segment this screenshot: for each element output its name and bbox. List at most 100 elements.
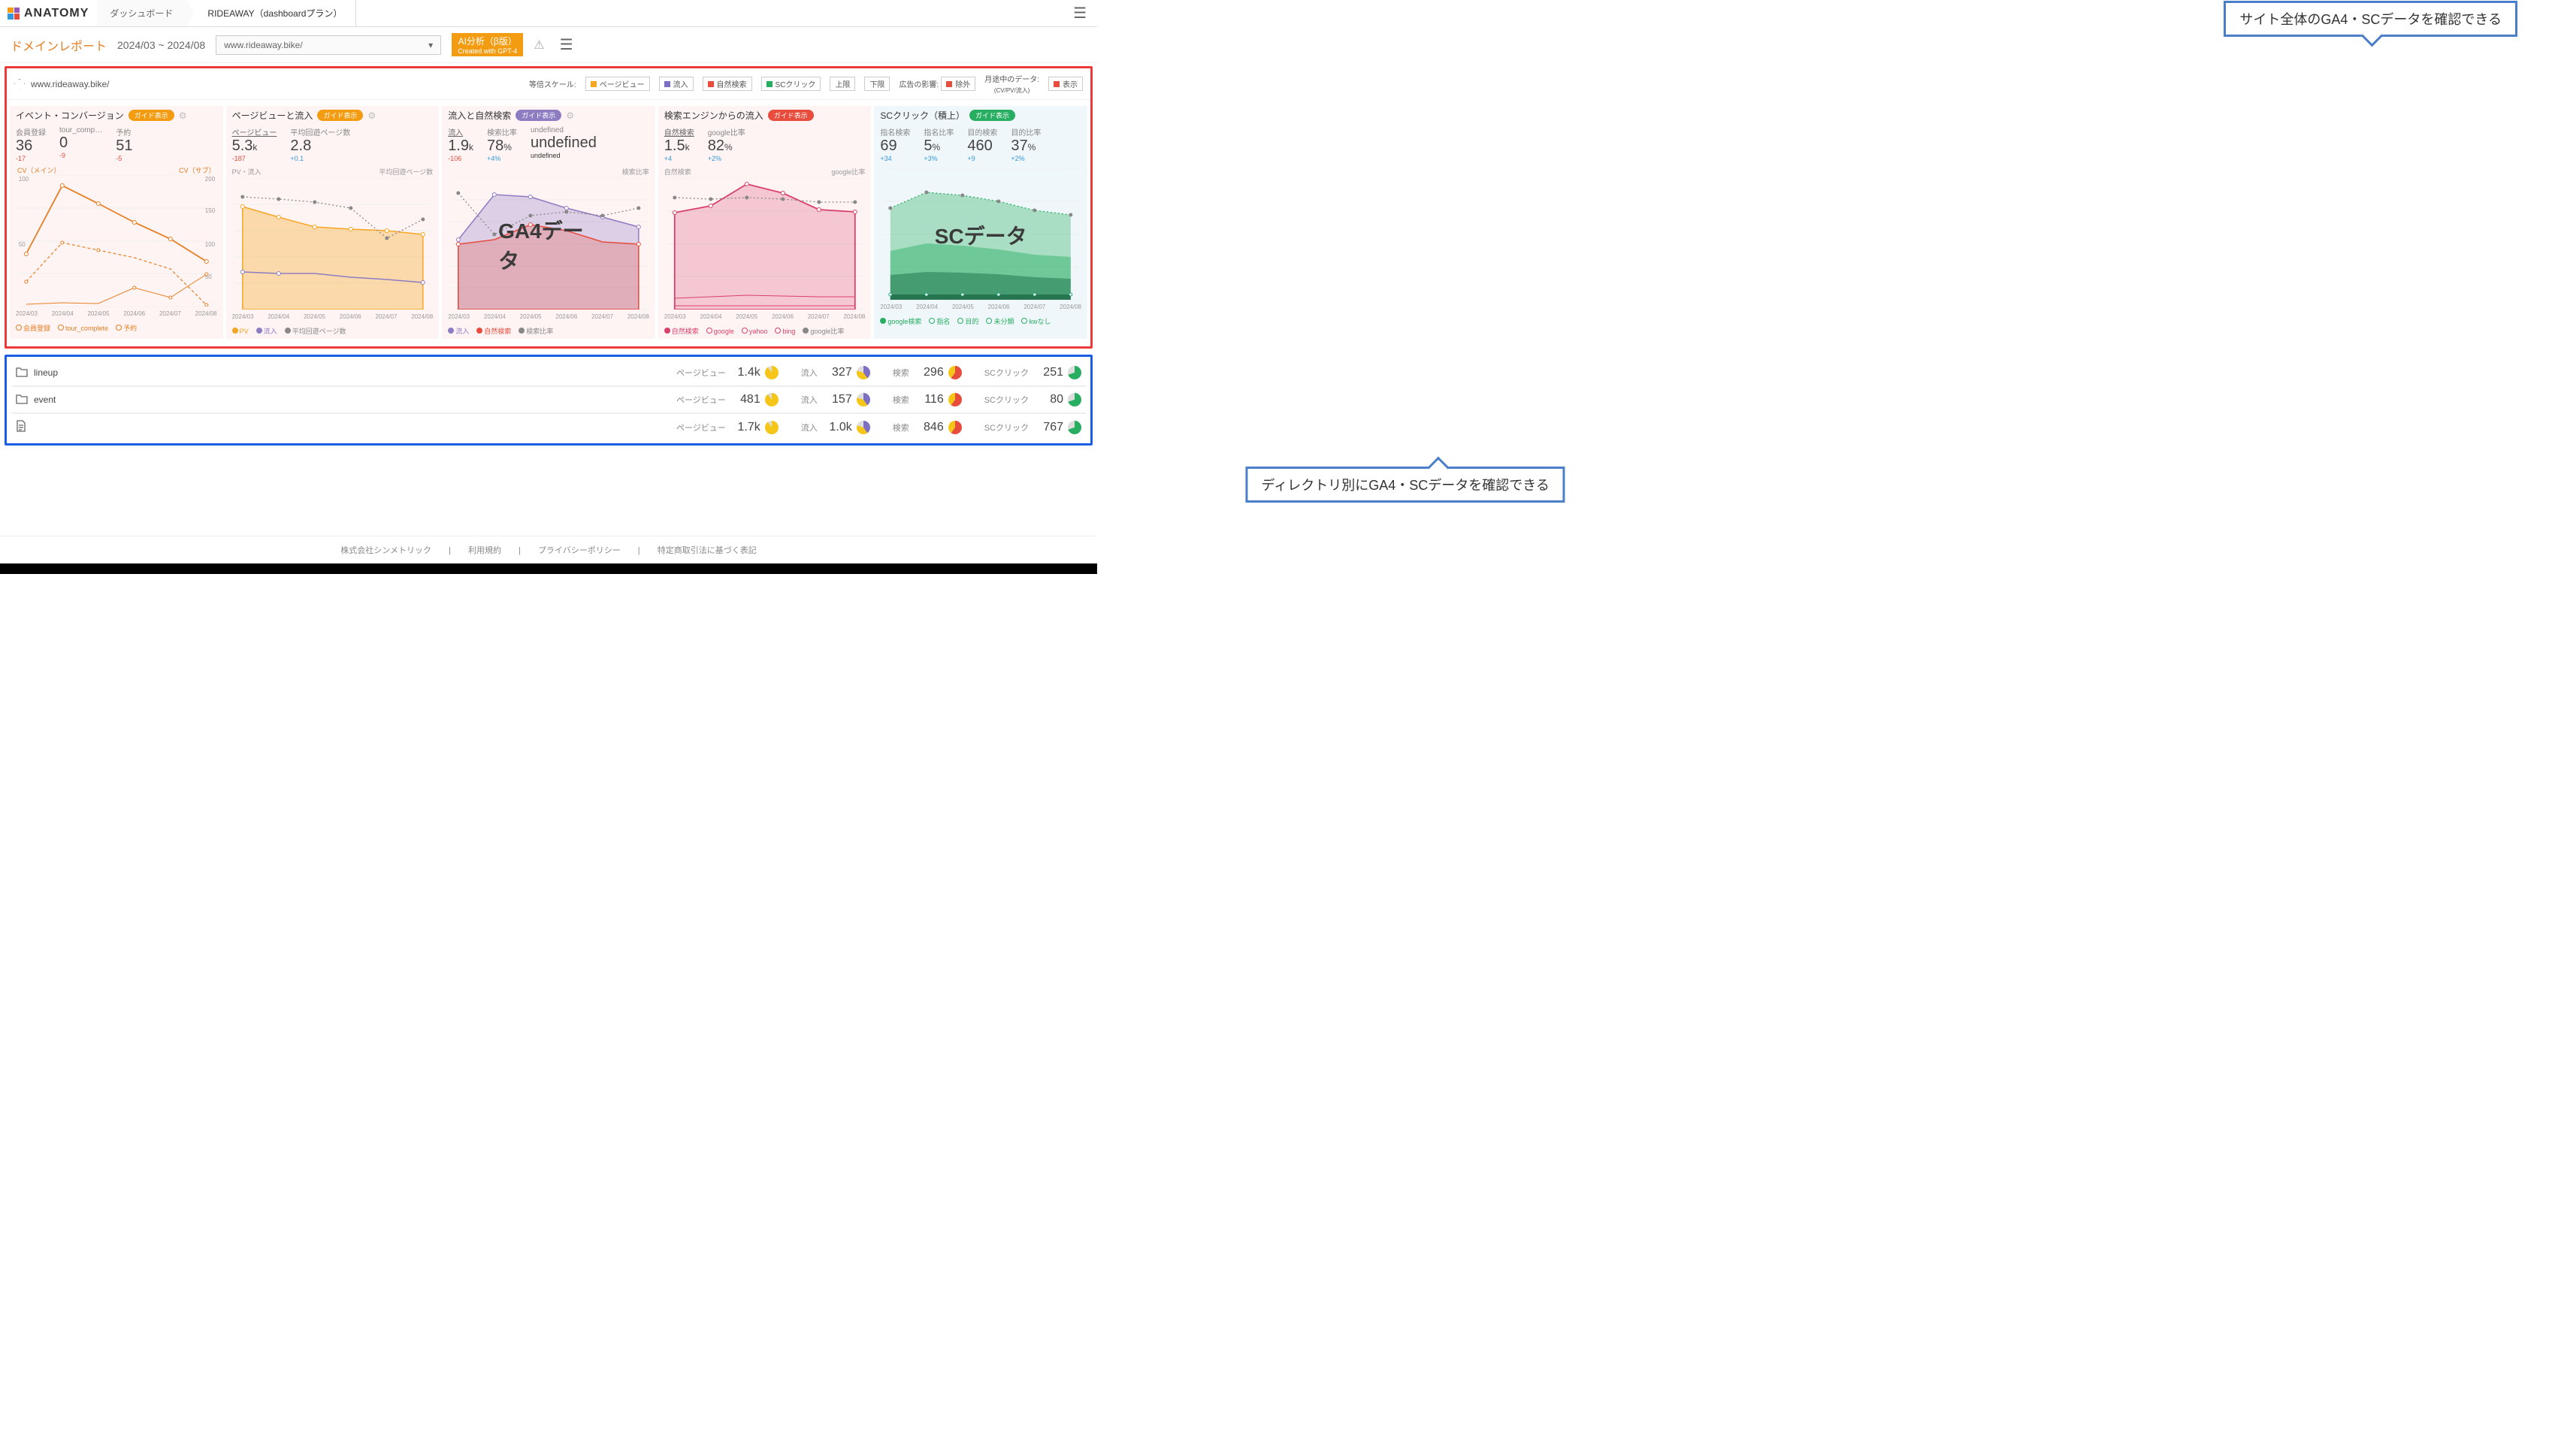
metric: 目的比率 37% +2% xyxy=(1011,126,1041,162)
chart-plot-4 xyxy=(880,168,1081,300)
chart-card-1: ページビューと流入 ガイド表示 ⚙ ページビュー 5.3k -187 平均回遊ペ… xyxy=(226,106,440,339)
metric: 検索比率 78% +4% xyxy=(487,126,517,162)
chart-title: ページビューと流入 xyxy=(232,109,313,122)
footer-link[interactable]: 利用規約 xyxy=(468,546,501,555)
app-header: ANATOMY ダッシュボード RIDEAWAY（dashboardプラン） サ… xyxy=(0,0,1097,27)
gear-icon[interactable]: ⚙ xyxy=(367,110,376,121)
metric: google比率 82% +2% xyxy=(708,126,745,162)
date-range[interactable]: 2024/03 ~ 2024/08 xyxy=(117,39,205,51)
month-toggle[interactable]: 表示 xyxy=(1048,77,1083,91)
metric: tour_comp… 0 -9 xyxy=(59,126,102,162)
svg-text:100: 100 xyxy=(205,241,216,248)
chart-title: 検索エンジンからの流入 xyxy=(664,109,763,122)
footer-link[interactable]: プライバシーポリシー xyxy=(538,546,621,555)
site-icon xyxy=(14,79,25,89)
gear-icon[interactable]: ⚙ xyxy=(179,110,187,121)
menu-icon[interactable]: ☰ xyxy=(1063,4,1097,23)
chart-legend: 自然検索googleyahoobinggoogle比率 xyxy=(664,326,866,336)
tab-dashboard[interactable]: ダッシュボード xyxy=(96,0,194,26)
directory-box: lineup ページビュー1.4k 流入327 検索296 SCクリック251 … xyxy=(5,355,1093,446)
callout-bottom: ディレクトリ別にGA4・SCデータを確認できる xyxy=(1245,467,1565,503)
metric: ページビュー 5.3k -187 xyxy=(232,126,277,162)
scale-controls: 等倍スケール: ページビュー 流入 自然検索 SCクリック 上限 下限 広告の影… xyxy=(529,73,1083,95)
logo-icon xyxy=(8,8,20,20)
chart-plot-2 xyxy=(448,178,649,310)
scale-organic[interactable]: 自然検索 xyxy=(703,77,752,91)
metric: 平均回遊ページ数 2.8 +0.1 xyxy=(290,126,350,162)
directory-row[interactable]: lineup ページビュー1.4k 流入327 検索296 SCクリック251 xyxy=(11,360,1086,387)
metric: 指名比率 5% +3% xyxy=(924,126,954,162)
pie-icon xyxy=(765,393,779,406)
svg-text:150: 150 xyxy=(205,207,216,214)
svg-text:50: 50 xyxy=(19,241,26,248)
pie-icon xyxy=(948,366,962,379)
footer-link[interactable]: 特定商取引法に基づく表記 xyxy=(658,546,757,555)
svg-text:100: 100 xyxy=(19,176,29,183)
svg-text:200: 200 xyxy=(205,176,216,183)
subheader: ドメインレポート 2024/03 ~ 2024/08 www.rideaway.… xyxy=(0,27,1097,63)
chart-legend: PV流入平均回遊ページ数 xyxy=(232,326,434,336)
warning-icon[interactable]: ⚠ xyxy=(534,38,544,53)
chart-title: SCクリック（積上） xyxy=(880,109,965,122)
tab-project[interactable]: RIDEAWAY（dashboardプラン） xyxy=(194,0,356,26)
scale-lower[interactable]: 下限 xyxy=(864,77,890,91)
brand-logo[interactable]: ANATOMY xyxy=(0,7,96,20)
pie-icon xyxy=(857,366,870,379)
chart-legend: google検索指名目的未分類kwなし xyxy=(880,316,1081,326)
chart-legend: 流入自然検索検索比率 xyxy=(448,326,649,336)
chart-legend: 会員登録tour_complete予約 xyxy=(16,323,217,333)
guide-badge[interactable]: ガイド表示 xyxy=(969,110,1015,121)
pie-icon xyxy=(948,393,962,406)
guide-badge[interactable]: ガイド表示 xyxy=(516,110,561,121)
domain-selector[interactable]: www.rideaway.bike/▾ xyxy=(216,35,441,55)
scale-inflow[interactable]: 流入 xyxy=(659,77,694,91)
scale-pv[interactable]: ページビュー xyxy=(585,77,650,91)
page-title: ドメインレポート xyxy=(11,36,107,54)
chart-card-3: 検索エンジンからの流入 ガイド表示 自然検索 1.5k +4 google比率 … xyxy=(658,106,872,339)
site-header-row: www.rideaway.bike/ 等倍スケール: ページビュー 流入 自然検… xyxy=(7,68,1090,100)
metric: 指名検索 69 +34 xyxy=(880,126,910,162)
charts-row: イベント・コンバージョン ガイド表示 ⚙ 会員登録 36 -17 tour_co… xyxy=(7,100,1090,346)
metric: 流入 1.9k -106 xyxy=(448,126,473,162)
guide-badge[interactable]: ガイド表示 xyxy=(317,110,363,121)
site-domain: www.rideaway.bike/ xyxy=(31,79,109,89)
pie-icon xyxy=(857,421,870,434)
metric: undefined undefined undefined xyxy=(531,126,597,162)
metric: 目的検索 460 +9 xyxy=(967,126,997,162)
page-icon xyxy=(16,420,26,434)
folder-icon xyxy=(16,367,28,379)
dir-name: lineup xyxy=(34,367,58,378)
scale-upper[interactable]: 上限 xyxy=(830,77,855,91)
chart-plot-1 xyxy=(232,178,434,310)
chart-title: 流入と自然検索 xyxy=(448,109,511,122)
settings-menu-icon[interactable]: ☰ xyxy=(555,35,578,54)
pie-icon xyxy=(1068,366,1081,379)
pie-icon xyxy=(765,366,779,379)
pie-icon xyxy=(1068,421,1081,434)
metric: 会員登録 36 -17 xyxy=(16,126,46,162)
bottom-bar xyxy=(0,563,1097,574)
ad-toggle[interactable]: 除外 xyxy=(941,77,975,91)
chart-card-2: 流入と自然検索 ガイド表示 ⚙ 流入 1.9k -106 検索比率 78% +4… xyxy=(442,106,655,339)
footer: 株式会社シンメトリック | 利用規約 | プライバシーポリシー | 特定商取引法… xyxy=(0,536,1097,563)
pie-icon xyxy=(1068,393,1081,406)
metric: 予約 51 -5 xyxy=(116,126,132,162)
guide-badge[interactable]: ガイド表示 xyxy=(768,110,814,121)
guide-badge[interactable]: ガイド表示 xyxy=(129,110,174,121)
scale-scclick[interactable]: SCクリック xyxy=(761,77,821,91)
callout-top: サイト全体のGA4・SCデータを確認できる xyxy=(2224,1,2517,37)
chart-card-4: SCクリック（積上） ガイド表示 指名検索 69 +34 指名比率 5% +3%… xyxy=(874,106,1087,339)
chart-title: イベント・コンバージョン xyxy=(16,109,124,122)
dir-name: event xyxy=(34,394,56,405)
ai-analyze-button[interactable]: AI分析（β版）Created with GPT-4 xyxy=(452,33,523,56)
chevron-down-icon: ▾ xyxy=(428,40,433,50)
chart-plot-3 xyxy=(664,178,866,310)
footer-link[interactable]: 株式会社シンメトリック xyxy=(340,546,431,555)
brand-text: ANATOMY xyxy=(24,7,89,20)
pie-icon xyxy=(948,421,962,434)
pie-icon xyxy=(765,421,779,434)
gear-icon[interactable]: ⚙ xyxy=(566,110,574,121)
chart-card-0: イベント・コンバージョン ガイド表示 ⚙ 会員登録 36 -17 tour_co… xyxy=(10,106,223,339)
directory-row[interactable]: event ページビュー481 流入157 検索116 SCクリック80 xyxy=(11,387,1086,414)
directory-row[interactable]: ページビュー1.7k 流入1.0k 検索846 SCクリック767 xyxy=(11,414,1086,440)
